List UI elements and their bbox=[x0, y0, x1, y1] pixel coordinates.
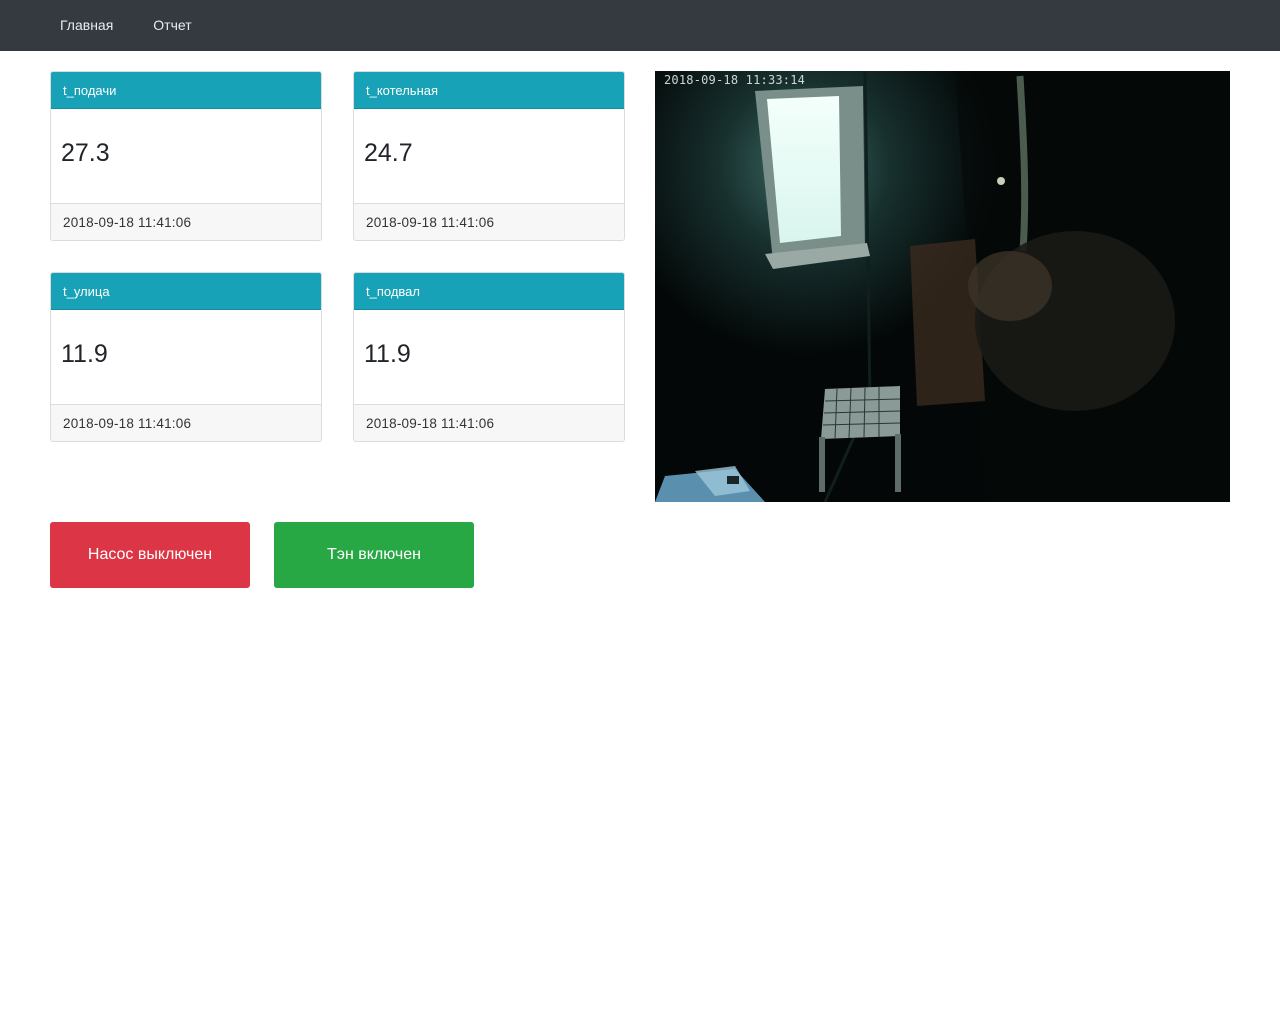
pump-toggle-button[interactable]: Насос выключен bbox=[50, 522, 250, 588]
sensor-card-title: t_котельная bbox=[354, 72, 624, 109]
sensor-card-timestamp: 2018-09-18 11:41:06 bbox=[354, 404, 624, 441]
sensor-card-value: 11.9 bbox=[61, 340, 108, 368]
top-navbar: Главная Отчет bbox=[0, 0, 1280, 51]
sensor-card-timestamp: 2018-09-18 11:41:06 bbox=[51, 404, 321, 441]
sensor-card-street: t_улица 11.9 2018-09-18 11:41:06 bbox=[50, 272, 322, 442]
sensor-card-supply: t_подачи 27.3 2018-09-18 11:41:06 bbox=[50, 71, 322, 241]
sensor-card-boiler-room: t_котельная 24.7 2018-09-18 11:41:06 bbox=[353, 71, 625, 241]
sensor-card-value: 27.3 bbox=[61, 139, 110, 167]
camera-snapshot: 2018-09-18 11:33:14 bbox=[655, 71, 1230, 502]
camera-image bbox=[655, 71, 1230, 502]
heater-toggle-button[interactable]: Тэн включен bbox=[274, 522, 474, 588]
nav-link-report[interactable]: Отчет bbox=[133, 0, 211, 51]
sensor-card-title: t_подачи bbox=[51, 72, 321, 109]
sensor-card-timestamp: 2018-09-18 11:41:06 bbox=[51, 203, 321, 240]
sensor-card-value: 24.7 bbox=[364, 139, 413, 167]
nav-link-home[interactable]: Главная bbox=[40, 0, 133, 51]
camera-timestamp: 2018-09-18 11:33:14 bbox=[664, 73, 806, 87]
sensor-card-title: t_улица bbox=[51, 273, 321, 310]
sensor-card-title: t_подвал bbox=[354, 273, 624, 310]
sensor-card-timestamp: 2018-09-18 11:41:06 bbox=[354, 203, 624, 240]
sensor-card-value: 11.9 bbox=[364, 340, 411, 368]
sensor-card-basement: t_подвал 11.9 2018-09-18 11:41:06 bbox=[353, 272, 625, 442]
